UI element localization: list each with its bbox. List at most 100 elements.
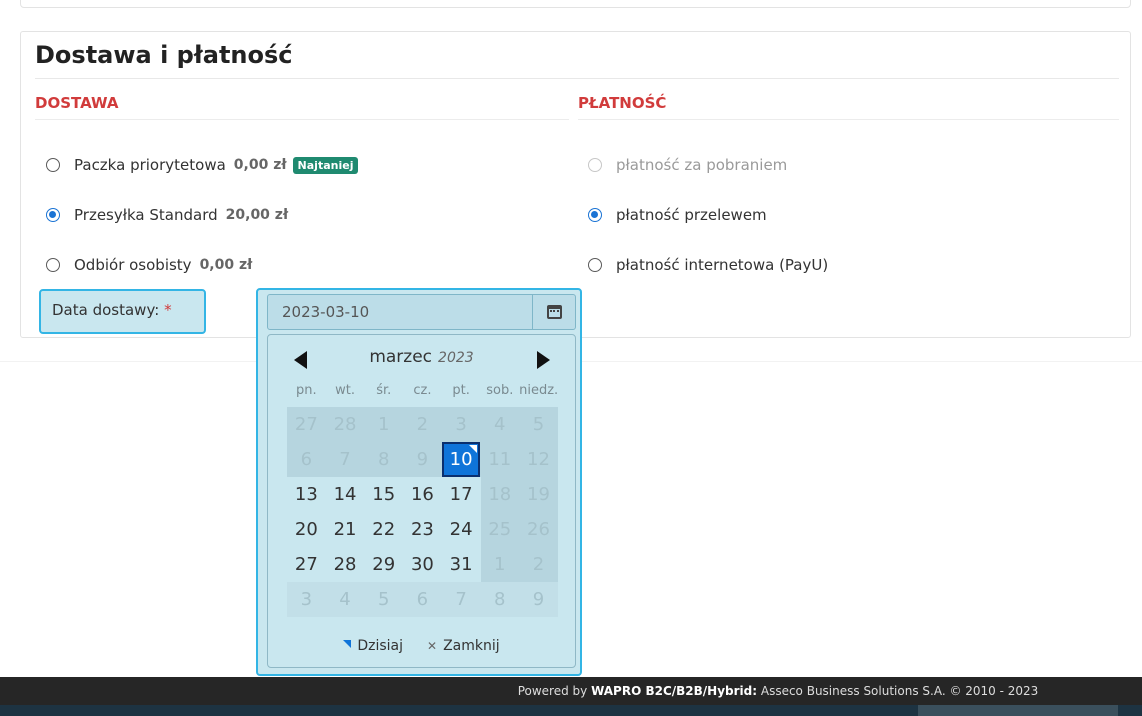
delivery-divider <box>35 119 569 120</box>
payment-option-transfer[interactable]: płatność przelewem <box>588 204 767 226</box>
delivery-option-label: Paczka priorytetowa <box>74 156 226 174</box>
calendar-day: 1 <box>377 414 390 435</box>
radio-delivery-pickup[interactable] <box>46 258 60 272</box>
payment-option-label: płatność za pobraniem <box>616 156 788 174</box>
calendar-day[interactable]: 17 <box>442 477 481 512</box>
calendar-icon <box>547 305 562 319</box>
delivery-option-label: Przesyłka Standard <box>74 206 218 224</box>
calendar-day: 5 <box>377 589 390 610</box>
delivery-option-price: 0,00 zł <box>199 257 253 273</box>
close-icon: ✕ <box>427 639 438 653</box>
calendar-day[interactable]: 30 <box>403 547 442 582</box>
calendar-footer: Dzisiaj ✕ Zamknij <box>268 638 575 654</box>
today-label: Dzisiaj <box>357 638 404 654</box>
close-button[interactable]: ✕ Zamknij <box>427 638 500 654</box>
delivery-option-standard[interactable]: Przesyłka Standard 20,00 zł <box>46 204 288 226</box>
footer-rest: Asseco Business Solutions S.A. © 2010 - … <box>757 684 1039 698</box>
calendar-day: 3 <box>300 589 313 610</box>
payment-option-label: płatność internetowa (PayU) <box>616 256 829 274</box>
calendar-day[interactable]: 20 <box>287 512 326 547</box>
calendar-day: 27 <box>294 414 318 435</box>
calendar-day[interactable]: 15 <box>364 477 403 512</box>
calendar-week: 13 14 15 16 17 18 19 <box>287 477 558 512</box>
calendar-day: 9 <box>416 449 429 470</box>
payment-option-label: płatność przelewem <box>616 206 767 224</box>
delivery-option-price: 0,00 zł <box>233 157 287 173</box>
calendar-day-selected[interactable]: 10 <box>441 442 481 477</box>
calendar-day[interactable]: 23 <box>403 512 442 547</box>
delivery-date-input[interactable]: 2023-03-10 <box>267 294 533 330</box>
calendar-grid: 27 28 1 2 3 4 5 6 7 8 9 10 11 12 13 14 15 16 17 18 19 20 21 22 2… <box>287 407 558 617</box>
weekday-label: śr. <box>376 383 392 398</box>
calendar-day[interactable]: 21 <box>326 512 365 547</box>
calendar-day: 9 <box>532 589 545 610</box>
footer-prefix: Powered by <box>517 684 592 698</box>
calendar-day: 18 <box>488 484 512 505</box>
calendar-day[interactable]: 27 <box>287 547 326 582</box>
calendar-day: 2 <box>532 554 545 575</box>
calendar-day: 7 <box>339 449 351 470</box>
calendar-day[interactable]: 24 <box>442 512 481 547</box>
payment-option-payu[interactable]: płatność internetowa (PayU) <box>588 254 828 276</box>
calendar-day: 8 <box>377 449 390 470</box>
radio-delivery-standard[interactable] <box>46 208 60 222</box>
weekday-label: wt. <box>335 383 355 398</box>
delivery-option-label: Odbiór osobisty <box>74 256 192 274</box>
calendar-day[interactable]: 31 <box>442 547 481 582</box>
calendar-day: 19 <box>527 484 550 505</box>
calendar-toggle-button[interactable] <box>532 294 576 330</box>
calendar-day: 1 <box>494 554 506 575</box>
next-month-icon[interactable] <box>537 351 550 369</box>
calendar-day: 7 <box>455 589 467 610</box>
payment-heading: PŁATNOŚĆ <box>578 94 667 112</box>
calendar-day: 3 <box>455 414 467 435</box>
calendar-day[interactable]: 28 <box>326 547 365 582</box>
calendar-week: 6 7 8 9 10 11 12 <box>287 442 558 477</box>
today-button[interactable]: Dzisiaj <box>343 638 403 654</box>
delivery-option-pickup[interactable]: Odbiór osobisty 0,00 zł <box>46 254 252 276</box>
os-taskbar <box>0 705 1142 716</box>
calendar-year: 2023 <box>438 350 474 366</box>
cheapest-badge: Najtaniej <box>292 156 359 174</box>
calendar-week: 27 28 29 30 31 1 2 <box>287 547 558 582</box>
delivery-heading: DOSTAWA <box>35 94 119 112</box>
calendar-week: 3 4 5 6 7 8 9 <box>287 582 558 617</box>
calendar-month: marzec <box>369 347 433 367</box>
weekday-label: niedz. <box>519 383 559 398</box>
delivery-date-label: Data dostawy: * <box>39 289 206 334</box>
calendar-day[interactable]: 16 <box>403 477 442 512</box>
calendar-month-title: marzec 2023 <box>268 347 575 367</box>
calendar-day: 5 <box>532 414 545 435</box>
section-title: Dostawa i płatność <box>35 41 293 69</box>
today-icon <box>343 640 352 648</box>
taskbar-item <box>918 705 1118 716</box>
calendar-day[interactable]: 29 <box>364 547 403 582</box>
calendar-day: 4 <box>339 589 351 610</box>
previous-card <box>20 0 1131 8</box>
calendar-day[interactable]: 22 <box>364 512 403 547</box>
radio-payment-payu[interactable] <box>588 258 602 272</box>
calendar-week: 27 28 1 2 3 4 5 <box>287 407 558 442</box>
calendar-day[interactable]: 13 <box>287 477 326 512</box>
calendar-day: 12 <box>527 449 550 470</box>
calendar-day: 8 <box>494 589 506 610</box>
site-footer: Powered by WAPRO B2C/B2B/Hybrid: Asseco … <box>0 677 1142 705</box>
calendar-day: 28 <box>333 414 357 435</box>
date-label-text: Data dostawy: <box>52 301 160 319</box>
calendar-day: 6 <box>416 589 429 610</box>
weekday-label: pt. <box>452 383 470 398</box>
calendar-day: 11 <box>488 449 512 470</box>
radio-payment-transfer[interactable] <box>588 208 602 222</box>
delivery-option-priority[interactable]: Paczka priorytetowa 0,00 zł Najtaniej <box>46 154 359 176</box>
radio-payment-cod <box>588 158 602 172</box>
calendar-day: 4 <box>494 414 506 435</box>
calendar-day: 6 <box>300 449 313 470</box>
calendar-day[interactable]: 14 <box>326 477 365 512</box>
weekday-label: pn. <box>296 383 317 398</box>
required-mark: * <box>164 301 172 319</box>
close-label: Zamknij <box>443 638 500 654</box>
date-picker: 2023-03-10 marzec 2023 pn. wt. śr. cz. pt… <box>256 288 582 676</box>
calendar-day: 25 <box>488 519 512 540</box>
radio-delivery-priority[interactable] <box>46 158 60 172</box>
title-divider <box>35 78 1119 79</box>
